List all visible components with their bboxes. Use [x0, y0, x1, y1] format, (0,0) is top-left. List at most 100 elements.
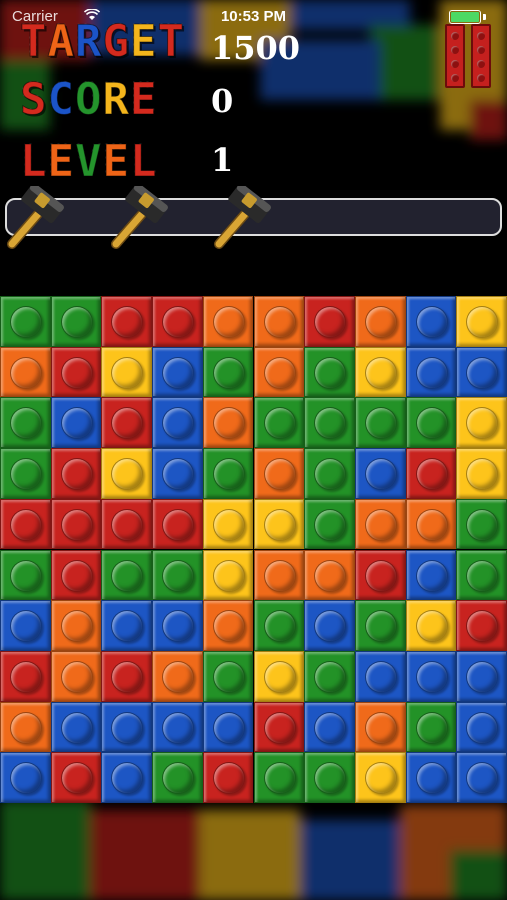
tile-green[interactable]: [456, 549, 507, 601]
tile-red[interactable]: [152, 498, 203, 550]
tile-green[interactable]: [202, 346, 254, 398]
tile-green[interactable]: [405, 397, 457, 449]
tile-orange[interactable]: [152, 650, 203, 702]
tile-orange[interactable]: [50, 650, 102, 702]
tile-orange[interactable]: [0, 701, 51, 753]
tile-yellow[interactable]: [253, 498, 305, 550]
tile-blue[interactable]: [152, 346, 203, 398]
tile-yellow[interactable]: [456, 397, 507, 449]
tile-blue[interactable]: [152, 448, 203, 499]
tile-green[interactable]: [202, 650, 254, 702]
hammer-powerup-icon[interactable]: [4, 183, 68, 252]
tile-blue[interactable]: [304, 600, 355, 651]
tile-green[interactable]: [354, 600, 406, 651]
tile-blue[interactable]: [202, 701, 254, 753]
tile-green[interactable]: [253, 600, 305, 651]
tile-green[interactable]: [0, 448, 51, 499]
tile-blue[interactable]: [405, 346, 457, 398]
tile-blue[interactable]: [354, 448, 406, 499]
tile-green[interactable]: [0, 397, 51, 449]
tile-yellow[interactable]: [456, 448, 507, 499]
tile-orange[interactable]: [354, 701, 406, 753]
tile-red[interactable]: [50, 448, 102, 499]
tile-yellow[interactable]: [354, 346, 406, 398]
tile-green[interactable]: [304, 346, 355, 398]
tile-red[interactable]: [101, 498, 153, 550]
tile-red[interactable]: [253, 701, 305, 753]
tile-blue[interactable]: [152, 600, 203, 651]
tile-yellow[interactable]: [101, 448, 153, 499]
tile-blue[interactable]: [152, 701, 203, 753]
tile-blue[interactable]: [50, 701, 102, 753]
tile-red[interactable]: [304, 296, 355, 347]
tile-green[interactable]: [456, 498, 507, 550]
tile-blue[interactable]: [405, 752, 457, 803]
tile-blue[interactable]: [456, 650, 507, 702]
tile-red[interactable]: [0, 498, 51, 550]
tile-red[interactable]: [405, 448, 457, 499]
tile-blue[interactable]: [304, 701, 355, 753]
tile-red[interactable]: [456, 600, 507, 651]
tile-orange[interactable]: [354, 498, 406, 550]
tile-green[interactable]: [304, 752, 355, 803]
tile-red[interactable]: [101, 650, 153, 702]
tile-orange[interactable]: [253, 448, 305, 499]
tile-orange[interactable]: [304, 549, 355, 601]
tile-green[interactable]: [304, 448, 355, 499]
tile-orange[interactable]: [202, 600, 254, 651]
tile-blue[interactable]: [456, 701, 507, 753]
tile-orange[interactable]: [202, 296, 254, 347]
tile-yellow[interactable]: [101, 346, 153, 398]
tile-yellow[interactable]: [253, 650, 305, 702]
tile-green[interactable]: [304, 498, 355, 550]
tile-orange[interactable]: [405, 498, 457, 550]
tile-blue[interactable]: [0, 752, 51, 803]
tile-blue[interactable]: [354, 650, 406, 702]
tile-red[interactable]: [0, 650, 51, 702]
tile-green[interactable]: [202, 448, 254, 499]
tile-green[interactable]: [0, 296, 51, 347]
tile-orange[interactable]: [253, 346, 305, 398]
tile-green[interactable]: [304, 397, 355, 449]
tile-yellow[interactable]: [405, 600, 457, 651]
tile-red[interactable]: [354, 549, 406, 601]
tile-blue[interactable]: [152, 397, 203, 449]
tile-blue[interactable]: [405, 549, 457, 601]
tile-green[interactable]: [152, 752, 203, 803]
tile-red[interactable]: [101, 296, 153, 347]
tile-red[interactable]: [152, 296, 203, 347]
tile-blue[interactable]: [456, 752, 507, 803]
tile-blue[interactable]: [101, 600, 153, 651]
tile-yellow[interactable]: [354, 752, 406, 803]
hammer-powerup-icon[interactable]: [211, 183, 275, 252]
tile-blue[interactable]: [456, 346, 507, 398]
tile-blue[interactable]: [405, 650, 457, 702]
tile-green[interactable]: [152, 549, 203, 601]
tile-orange[interactable]: [50, 600, 102, 651]
tile-yellow[interactable]: [202, 549, 254, 601]
tile-green[interactable]: [253, 397, 305, 449]
tile-red[interactable]: [50, 549, 102, 601]
tile-blue[interactable]: [405, 296, 457, 347]
tile-orange[interactable]: [253, 296, 305, 347]
tile-blue[interactable]: [101, 752, 153, 803]
hammer-powerup-icon[interactable]: [108, 183, 172, 252]
tile-red[interactable]: [50, 346, 102, 398]
tile-blue[interactable]: [101, 701, 153, 753]
tile-blue[interactable]: [50, 397, 102, 449]
tile-yellow[interactable]: [456, 296, 507, 347]
tile-red[interactable]: [101, 397, 153, 449]
tile-red[interactable]: [50, 498, 102, 550]
tile-green[interactable]: [405, 701, 457, 753]
tile-green[interactable]: [0, 549, 51, 601]
tile-green[interactable]: [354, 397, 406, 449]
tile-green[interactable]: [101, 549, 153, 601]
tile-orange[interactable]: [354, 296, 406, 347]
tile-red[interactable]: [50, 752, 102, 803]
tile-green[interactable]: [50, 296, 102, 347]
tile-yellow[interactable]: [202, 498, 254, 550]
tile-blue[interactable]: [0, 600, 51, 651]
tile-orange[interactable]: [0, 346, 51, 398]
tile-orange[interactable]: [253, 549, 305, 601]
tile-orange[interactable]: [202, 397, 254, 449]
